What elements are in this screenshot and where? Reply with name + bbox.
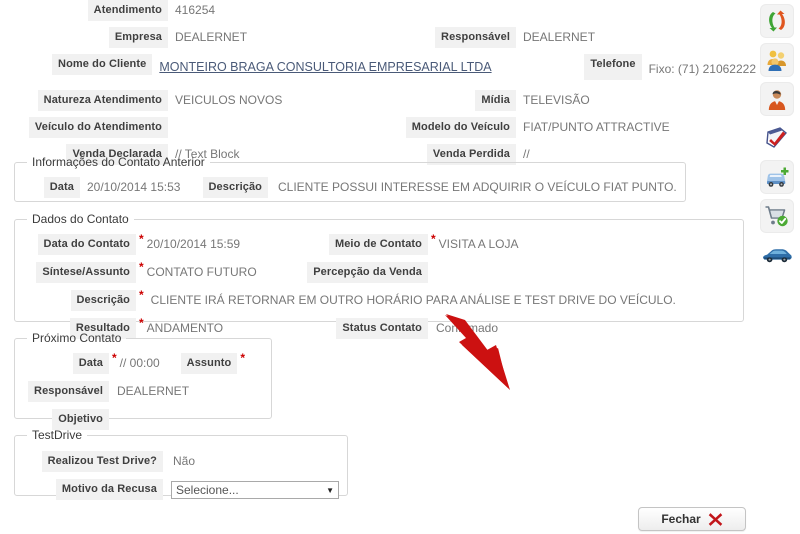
required-marker: * <box>139 316 144 330</box>
client-name-link[interactable]: MONTEIRO BRAGA CONSULTORIA EMPRESARIAL L… <box>159 60 491 74</box>
fieldset-legend-testdrive: TestDrive <box>32 428 83 442</box>
field-row: Objetivo <box>23 409 263 430</box>
field-label-atendimento: Atendimento <box>87 0 168 21</box>
field-label-descricao: Descrição <box>70 290 136 311</box>
field-row: Empresa DEALERNET Responsável DEALERNET <box>0 27 756 48</box>
field-value-proximo-data: // 00:00 <box>119 356 160 370</box>
shopping-cart-check-icon <box>765 206 788 227</box>
motivo-recusa-select[interactable]: Selecione... ▼ <box>171 480 339 499</box>
field-row: Nome do Cliente MONTEIRO BRAGA CONSULTOR… <box>0 54 756 80</box>
field-value-descricao-anterior: CLIENTE POSSUI INTERESSE EM ADQUIRIR O V… <box>278 180 677 194</box>
field-value-telefone: Fixo: (71) 21062222 <box>648 62 756 76</box>
checklist-clipboard-icon <box>766 127 787 148</box>
required-marker: * <box>139 288 144 302</box>
rail-button-cart-check[interactable] <box>760 199 794 233</box>
rail-button-blue-car[interactable] <box>760 238 794 272</box>
fieldset-legend-contato-anterior: Informações do Contato Anterior <box>32 155 205 169</box>
car-add-icon <box>767 167 789 187</box>
rail-button-car-add[interactable] <box>760 160 794 194</box>
field-label-realizou-testdrive: Realizou Test Drive? <box>41 451 163 472</box>
field-label-sintese-assunto: Síntese/Assunto <box>36 262 136 283</box>
field-value-realizou-testdrive: Não <box>173 454 196 468</box>
field-label-modelo-veiculo: Modelo do Veículo <box>405 117 516 138</box>
fieldset-proximo-contato: Próximo Contato Data * // 00:00 Assunto … <box>14 331 272 430</box>
fieldset-legend-dados-contato: Dados do Contato <box>32 212 129 226</box>
field-label-empresa: Empresa <box>108 27 168 48</box>
field-label-status-contato: Status Contato <box>336 318 428 339</box>
field-value-modelo-veiculo: FIAT/PUNTO ATTRACTIVE <box>523 120 670 134</box>
field-label-motivo-recusa: Motivo da Recusa <box>55 479 163 500</box>
field-row: Data 20/10/2014 15:53 Descrição CLIENTE … <box>23 177 677 198</box>
field-value-veiculo-atendimento <box>168 117 348 123</box>
field-row: Motivo da Recusa Selecione... ▼ <box>23 479 339 500</box>
atendimento-detail-page: Atendimento 416254 Empresa DEALERNET Res… <box>0 0 800 534</box>
field-label-midia: Mídia <box>475 90 516 111</box>
field-row: Data * // 00:00 Assunto * <box>23 351 263 374</box>
field-value-atendimento: 416254 <box>175 3 216 17</box>
field-label-data-anterior: Data <box>43 177 80 198</box>
field-label-descricao-anterior: Descrição <box>202 177 268 198</box>
fieldset-dados-contato: Dados do Contato Data do Contato * 20/10… <box>14 212 744 339</box>
fieldset-legend-proximo-contato: Próximo Contato <box>32 331 122 345</box>
field-value-proximo-objetivo <box>109 409 117 415</box>
rail-button-person[interactable] <box>760 82 794 116</box>
fieldset-testdrive: TestDrive Realizou Test Drive? Não Motiv… <box>14 428 348 500</box>
field-value-proximo-responsavel: DEALERNET <box>117 384 190 398</box>
field-value-empresa: DEALERNET <box>175 30 248 44</box>
field-label-meio-contato: Meio de Contato <box>328 234 428 255</box>
field-value-status-contato: Confirmado <box>436 321 499 335</box>
required-marker: * <box>139 232 144 246</box>
field-label-proximo-responsavel: Responsável <box>28 381 109 402</box>
field-label-natureza-atendimento: Natureza Atendimento <box>37 90 168 111</box>
field-value-midia: TELEVISÃO <box>523 93 590 107</box>
required-marker: * <box>431 232 436 246</box>
field-label-telefone: Telefone <box>584 54 642 80</box>
field-value-natureza-atendimento: VEICULOS NOVOS <box>175 93 283 107</box>
field-value-meio-contato: VISITA A LOJA <box>438 237 519 251</box>
close-x-icon <box>708 512 722 526</box>
rail-button-group-users[interactable] <box>760 43 794 77</box>
field-label-veiculo-atendimento: Veículo do Atendimento <box>28 117 168 138</box>
close-button[interactable]: Fechar <box>638 507 746 531</box>
field-row: Responsável DEALERNET <box>23 381 263 402</box>
field-row: Síntese/Assunto * CONTATO FUTURO Percepç… <box>23 260 735 283</box>
required-marker: * <box>240 351 246 365</box>
required-marker: * <box>112 351 117 365</box>
field-row: Descrição * CLIENTE IRÁ RETORNAR EM OUTR… <box>23 288 735 311</box>
person-icon <box>768 90 786 110</box>
field-value-responsavel: DEALERNET <box>523 30 596 44</box>
field-label-proximo-assunto: Assunto <box>180 353 238 374</box>
field-value-data-anterior: 20/10/2014 15:53 <box>87 180 181 194</box>
field-value-percepcao-venda <box>428 262 436 268</box>
rail-button-exchange[interactable] <box>760 4 794 38</box>
exchange-arrows-icon <box>769 10 785 32</box>
field-label-nome-cliente: Nome do Cliente <box>52 54 153 75</box>
field-label-percepcao-venda: Percepção da Venda <box>307 262 428 283</box>
fieldset-contato-anterior: Informações do Contato Anterior Data 20/… <box>14 155 686 202</box>
field-value-descricao: CLIENTE IRÁ RETORNAR EM OUTRO HORÁRIO PA… <box>150 293 676 307</box>
field-label-proximo-data: Data <box>72 353 109 374</box>
right-icon-rail <box>758 0 800 534</box>
summary-fields: Atendimento 416254 Empresa DEALERNET Res… <box>0 0 756 171</box>
motivo-recusa-selected-value: Selecione... <box>176 482 239 497</box>
blue-car-icon <box>763 249 792 263</box>
rail-button-checklist[interactable] <box>760 121 794 155</box>
chevron-down-icon: ▼ <box>326 485 334 495</box>
field-row: Veículo do Atendimento Modelo do Veículo… <box>0 117 756 138</box>
field-row: Atendimento 416254 <box>0 0 756 21</box>
field-label-data-contato: Data do Contato <box>37 234 136 255</box>
close-button-label: Fechar <box>661 512 701 526</box>
field-row: Realizou Test Drive? Não <box>23 451 339 472</box>
field-value-sintese-assunto: CONTATO FUTURO <box>146 265 257 279</box>
group-users-icon <box>767 50 786 71</box>
field-label-responsavel: Responsável <box>435 27 516 48</box>
field-label-proximo-objetivo: Objetivo <box>52 409 109 430</box>
field-row: Data do Contato * 20/10/2014 15:59 Meio … <box>23 232 735 255</box>
field-row: Natureza Atendimento VEICULOS NOVOS Mídi… <box>0 90 756 111</box>
required-marker: * <box>139 260 144 274</box>
field-value-data-contato: 20/10/2014 15:59 <box>146 237 241 251</box>
